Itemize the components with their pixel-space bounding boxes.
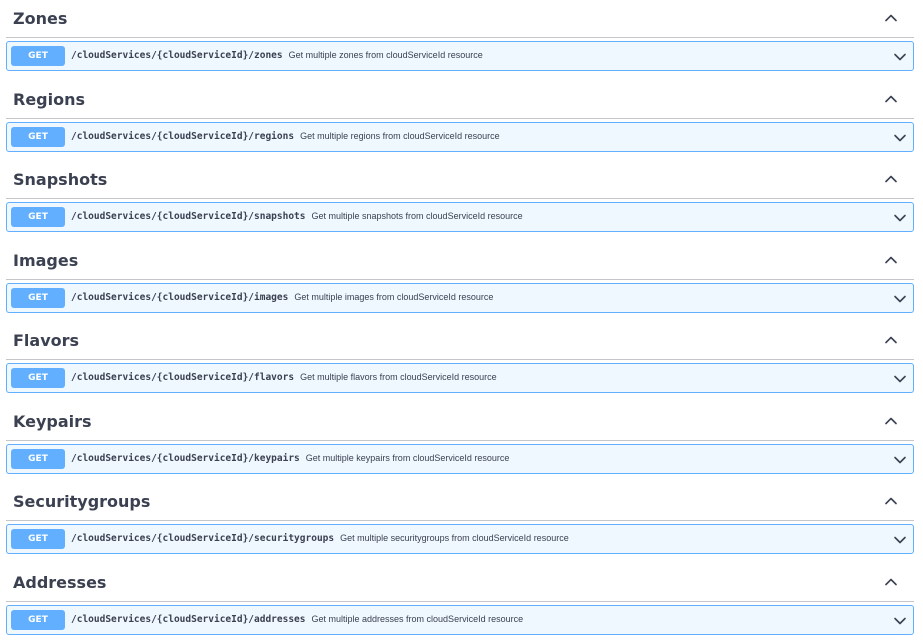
operation-summary: Get multiple images from cloudServiceId … [294, 292, 493, 302]
tag-header-flavors[interactable]: Flavors [6, 322, 914, 360]
chevron-down-icon[interactable] [893, 533, 907, 547]
operation-path: /cloudServices/{cloudServiceId}/keypairs… [71, 453, 509, 464]
operation-get-zones[interactable]: GET /cloudServices/{cloudServiceId}/zone… [6, 41, 914, 71]
method-badge: GET [11, 529, 65, 549]
operation-path: /cloudServices/{cloudServiceId}/images Ge… [71, 292, 493, 303]
operation-summary: Get multiple snapshots from cloudService… [312, 211, 523, 221]
operation-get-snapshots[interactable]: GET /cloudServices/{cloudServiceId}/snap… [6, 202, 914, 232]
method-badge: GET [11, 610, 65, 630]
operation-summary: Get multiple securitygroups from cloudSe… [340, 533, 569, 543]
tag-header-regions[interactable]: Regions [6, 81, 914, 119]
operation-path-label: /cloudServices/{cloudServiceId}/snapshot… [71, 211, 306, 222]
operation-path-label: /cloudServices/{cloudServiceId}/flavors [71, 372, 294, 383]
method-badge: GET [11, 449, 65, 469]
tag-section-keypairs: Keypairs GET /cloudServices/{cloudServic… [0, 403, 923, 484]
tag-section-addresses: Addresses GET /cloudServices/{cloudServi… [0, 564, 923, 644]
operation-get-flavors[interactable]: GET /cloudServices/{cloudServiceId}/flav… [6, 363, 914, 393]
tag-section-snapshots: Snapshots GET /cloudServices/{cloudServi… [0, 161, 923, 242]
tag-title: Zones [13, 9, 67, 28]
operation-path-label: /cloudServices/{cloudServiceId}/images [71, 292, 288, 303]
operation-path: /cloudServices/{cloudServiceId}/flavors G… [71, 372, 497, 383]
chevron-up-icon[interactable] [884, 333, 898, 347]
api-sections: Zones GET /cloudServices/{cloudServiceId… [0, 0, 923, 644]
operation-get-addresses[interactable]: GET /cloudServices/{cloudServiceId}/addr… [6, 605, 914, 635]
chevron-down-icon[interactable] [893, 131, 907, 145]
operation-summary: Get multiple keypairs from cloudServiceI… [306, 453, 510, 463]
tag-header-snapshots[interactable]: Snapshots [6, 161, 914, 199]
tag-title: Snapshots [13, 170, 107, 189]
operation-get-keypairs[interactable]: GET /cloudServices/{cloudServiceId}/keyp… [6, 444, 914, 474]
chevron-up-icon[interactable] [884, 494, 898, 508]
operation-summary: Get multiple zones from cloudServiceId r… [289, 50, 483, 60]
operation-get-images[interactable]: GET /cloudServices/{cloudServiceId}/imag… [6, 283, 914, 313]
operation-path-label: /cloudServices/{cloudServiceId}/regions [71, 131, 294, 142]
chevron-down-icon[interactable] [893, 50, 907, 64]
tag-title: Keypairs [13, 412, 92, 431]
chevron-down-icon[interactable] [893, 292, 907, 306]
method-badge: GET [11, 46, 65, 66]
tag-section-zones: Zones GET /cloudServices/{cloudServiceId… [0, 0, 923, 81]
tag-header-keypairs[interactable]: Keypairs [6, 403, 914, 441]
chevron-down-icon[interactable] [893, 453, 907, 467]
operation-path: /cloudServices/{cloudServiceId}/security… [71, 533, 569, 544]
tag-title: Regions [13, 90, 85, 109]
tag-section-images: Images GET /cloudServices/{cloudServiceI… [0, 242, 923, 323]
chevron-up-icon[interactable] [884, 575, 898, 589]
method-badge: GET [11, 288, 65, 308]
tag-title: Flavors [13, 331, 79, 350]
operation-get-securitygroups[interactable]: GET /cloudServices/{cloudServiceId}/secu… [6, 524, 914, 554]
operation-path-label: /cloudServices/{cloudServiceId}/addresse… [71, 614, 306, 625]
chevron-up-icon[interactable] [884, 253, 898, 267]
operation-path: /cloudServices/{cloudServiceId}/zones Get… [71, 50, 483, 61]
chevron-up-icon[interactable] [884, 92, 898, 106]
operation-path-label: /cloudServices/{cloudServiceId}/security… [71, 533, 334, 544]
operation-path: /cloudServices/{cloudServiceId}/regions G… [71, 131, 500, 142]
chevron-up-icon[interactable] [884, 11, 898, 25]
tag-section-securitygroups: Securitygroups GET /cloudServices/{cloud… [0, 483, 923, 564]
operation-path-label: /cloudServices/{cloudServiceId}/zones [71, 50, 283, 61]
tag-section-flavors: Flavors GET /cloudServices/{cloudService… [0, 322, 923, 403]
operation-path: /cloudServices/{cloudServiceId}/addresse… [71, 614, 523, 625]
tag-header-zones[interactable]: Zones [6, 0, 914, 38]
chevron-up-icon[interactable] [884, 414, 898, 428]
operation-path: /cloudServices/{cloudServiceId}/snapshot… [71, 211, 523, 222]
tag-header-addresses[interactable]: Addresses [6, 564, 914, 602]
chevron-down-icon[interactable] [893, 372, 907, 386]
operation-summary: Get multiple regions from cloudServiceId… [300, 131, 500, 141]
operation-path-label: /cloudServices/{cloudServiceId}/keypairs [71, 453, 300, 464]
operation-summary: Get multiple addresses from cloudService… [312, 614, 524, 624]
chevron-up-icon[interactable] [884, 172, 898, 186]
method-badge: GET [11, 127, 65, 147]
chevron-down-icon[interactable] [893, 614, 907, 628]
chevron-down-icon[interactable] [893, 211, 907, 225]
operation-get-regions[interactable]: GET /cloudServices/{cloudServiceId}/regi… [6, 122, 914, 152]
tag-section-regions: Regions GET /cloudServices/{cloudService… [0, 81, 923, 162]
tag-header-images[interactable]: Images [6, 242, 914, 280]
operation-summary: Get multiple flavors from cloudServiceId… [300, 372, 497, 382]
method-badge: GET [11, 368, 65, 388]
method-badge: GET [11, 207, 65, 227]
tag-header-securitygroups[interactable]: Securitygroups [6, 483, 914, 521]
tag-title: Addresses [13, 573, 106, 592]
tag-title: Images [13, 251, 78, 270]
tag-title: Securitygroups [13, 492, 150, 511]
